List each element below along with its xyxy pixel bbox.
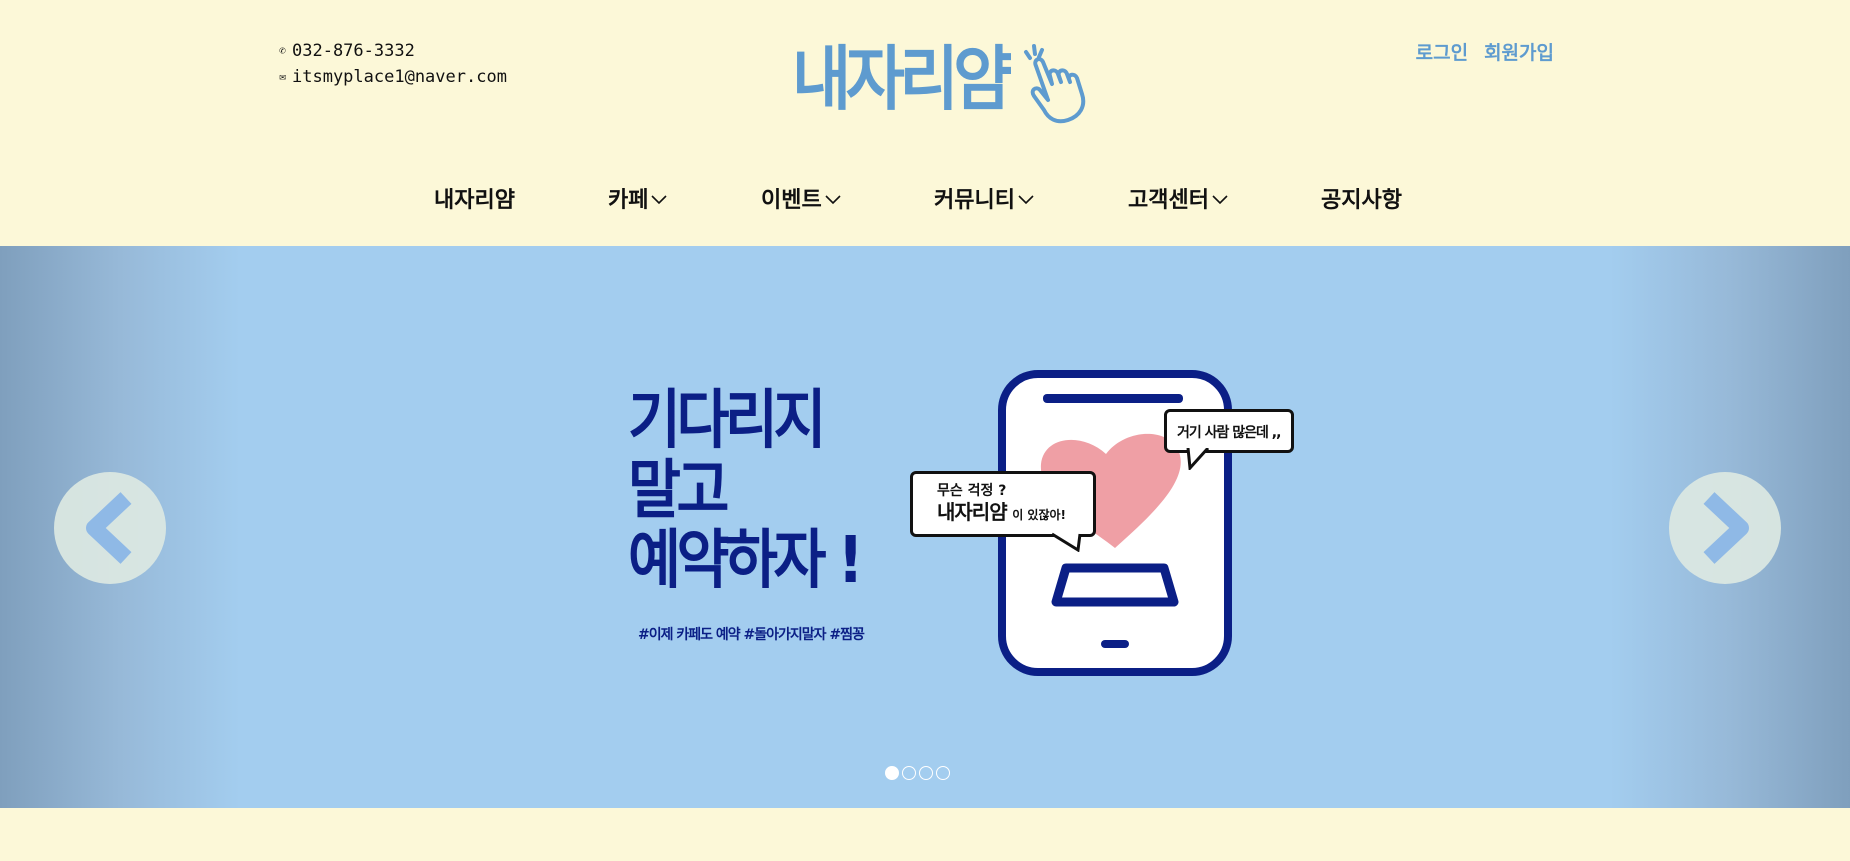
- slide-dot-4[interactable]: [936, 766, 950, 780]
- contact-info: ✆ 032-876-3332 ✉ itsmyplace1@naver.com: [276, 38, 507, 90]
- nav-item-notice[interactable]: 공지사항: [1321, 182, 1402, 214]
- speech-bubble-worry: 무슨 걱정 ? 내자리얌 이 있잖아!: [910, 471, 1096, 537]
- nav-item-cafe[interactable]: 카페: [608, 182, 668, 214]
- chevron-down-icon: [651, 194, 668, 204]
- bubble-tail: [1186, 448, 1210, 470]
- main-nav: 내자리얌 카페 이벤트 커뮤니티 고객센터 공지사항: [0, 182, 1850, 218]
- nav-item-label: 공지사항: [1321, 188, 1402, 213]
- email-address: itsmyplace1@naver.com: [292, 67, 507, 87]
- phone-icon: ✆: [279, 44, 286, 57]
- nav-item-support[interactable]: 고객센터: [1128, 182, 1228, 214]
- prev-slide-button[interactable]: [54, 472, 166, 584]
- hero-carousel: 기다리지 말고 예약하자 ! #이제 카페도 예약 #돌아가지말자 #찜꽁 거기…: [0, 246, 1850, 808]
- nav-item-event[interactable]: 이벤트: [761, 182, 841, 214]
- chevron-down-icon: [1212, 194, 1228, 204]
- nav-item-community[interactable]: 커뮤니티: [934, 182, 1034, 214]
- pointing-hand-icon: [1023, 44, 1085, 124]
- slide-text: 기다리지 말고 예약하자 ! #이제 카페도 예약 #돌아가지말자 #찜꽁: [628, 386, 885, 644]
- chevron-down-icon: [1018, 194, 1034, 204]
- login-link[interactable]: 로그인: [1416, 38, 1468, 65]
- nav-item-home[interactable]: 내자리얌: [434, 182, 515, 214]
- phone-number: 032-876-3332: [292, 41, 415, 61]
- site-logo[interactable]: 내자리얌: [792, 38, 1088, 124]
- phone-row: ✆ 032-876-3332: [276, 38, 507, 64]
- bubble-question: 무슨 걱정 ?: [937, 483, 1007, 499]
- chevron-right-icon: [1703, 492, 1749, 564]
- headline-line-1: 기다리지: [628, 384, 826, 458]
- email-row: ✉ itsmyplace1@naver.com: [276, 64, 507, 90]
- envelope-icon: ✉: [279, 70, 286, 83]
- bubble-brand: 내자리얌: [937, 500, 1008, 524]
- chevron-left-icon: [86, 492, 132, 564]
- signup-link[interactable]: 회원가입: [1484, 38, 1554, 65]
- hashtags: #이제 카페도 예약 #돌아가지말자 #찜꽁: [638, 627, 865, 643]
- nav-item-label: 고객센터: [1128, 188, 1209, 213]
- next-slide-button[interactable]: [1669, 472, 1781, 584]
- nav-item-label: 이벤트: [761, 188, 822, 213]
- bubble-tail: [1052, 532, 1082, 552]
- nav-item-label: 커뮤니티: [934, 188, 1015, 213]
- slide-dot-3[interactable]: [919, 766, 933, 780]
- bubble-suffix: 이 있잖아!: [1012, 508, 1066, 522]
- nav-item-label: 내자리얌: [434, 188, 515, 213]
- headline-line-3: 예약하자 !: [628, 524, 864, 598]
- headline-line-2: 말고: [628, 454, 729, 528]
- auth-links: 로그인 회원가입: [1416, 38, 1554, 65]
- nav-item-label: 카페: [608, 188, 649, 213]
- logo-text: 내자리얌: [792, 38, 1012, 120]
- slide-indicators: [885, 766, 950, 780]
- slide-dot-1[interactable]: [885, 766, 899, 780]
- slide-dot-2[interactable]: [902, 766, 916, 780]
- speech-bubble-crowded: 거기 사람 많은데 ,,: [1164, 409, 1294, 453]
- chevron-down-icon: [825, 194, 841, 204]
